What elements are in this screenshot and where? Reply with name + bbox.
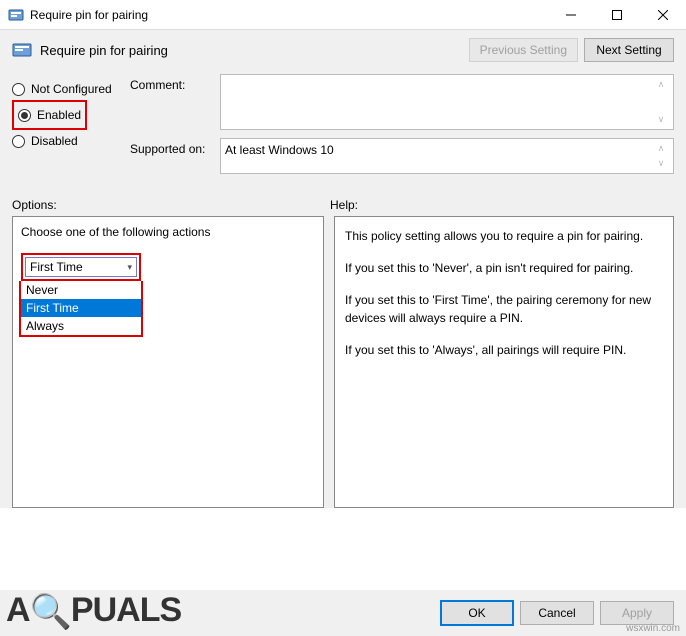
help-panel: This policy setting allows you to requir… [334,216,674,508]
config-area: Not Configured Enabled Disabled Comment:… [0,70,686,192]
close-button[interactable] [640,0,686,29]
watermark: A🔍PUALS [6,590,181,630]
policy-header-icon [12,40,32,60]
header-row: Require pin for pairing Previous Setting… [0,30,686,70]
options-subtitle: Choose one of the following actions [21,225,315,239]
radio-label: Enabled [37,108,81,122]
radio-label: Disabled [31,134,78,148]
radio-disabled[interactable]: Disabled [12,130,130,152]
dropdown-item-never[interactable]: Never [21,281,141,299]
help-text: If you set this to 'Always', all pairing… [345,341,663,359]
help-text: This policy setting allows you to requir… [345,227,663,245]
comment-field[interactable]: ∧∨ [220,74,674,130]
minimize-button[interactable] [548,0,594,29]
policy-title: Require pin for pairing [40,43,463,58]
highlight-enabled: Enabled [12,100,87,130]
radio-icon [12,135,25,148]
dropdown-list: Never First Time Always [19,281,143,337]
help-text: If you set this to 'Never', a pin isn't … [345,259,663,277]
titlebar: Require pin for pairing [0,0,686,30]
radio-label: Not Configured [31,82,112,96]
dropdown-highlight: First Time ▾ [21,253,141,281]
cancel-button[interactable]: Cancel [520,601,594,625]
radio-not-configured[interactable]: Not Configured [12,78,130,100]
previous-setting-button: Previous Setting [469,38,578,62]
options-label: Options: [12,198,330,212]
comment-label: Comment: [130,74,220,130]
policy-icon [8,7,24,23]
help-text: If you set this to 'First Time', the pai… [345,291,663,327]
scroll-hint: ∧∨ [653,79,669,125]
supported-value: At least Windows 10 [225,143,653,169]
radio-icon [12,83,25,96]
scroll-hint: ∧∨ [653,143,669,169]
chevron-down-icon: ▾ [127,262,132,273]
window-title: Require pin for pairing [30,8,548,22]
window-controls [548,0,686,29]
panels: Choose one of the following actions Firs… [0,216,686,508]
next-setting-button[interactable]: Next Setting [584,38,674,62]
comment-value [225,79,653,125]
dropdown-item-first-time[interactable]: First Time [21,299,141,317]
options-panel: Choose one of the following actions Firs… [12,216,324,508]
radio-icon [18,109,31,122]
action-dropdown[interactable]: First Time ▾ [25,257,137,277]
source-text: wsxwin.com [626,623,680,634]
ok-button[interactable]: OK [440,600,514,626]
supported-label: Supported on: [130,138,220,174]
help-label: Help: [330,198,674,212]
supported-field: At least Windows 10 ∧∨ [220,138,674,174]
apply-button: Apply [600,601,674,625]
section-labels: Options: Help: [0,192,686,216]
radio-enabled[interactable]: Enabled [18,104,81,126]
maximize-button[interactable] [594,0,640,29]
dropdown-item-always[interactable]: Always [21,317,141,335]
dropdown-selected: First Time [30,260,83,274]
state-radio-group: Not Configured Enabled Disabled [12,74,130,182]
